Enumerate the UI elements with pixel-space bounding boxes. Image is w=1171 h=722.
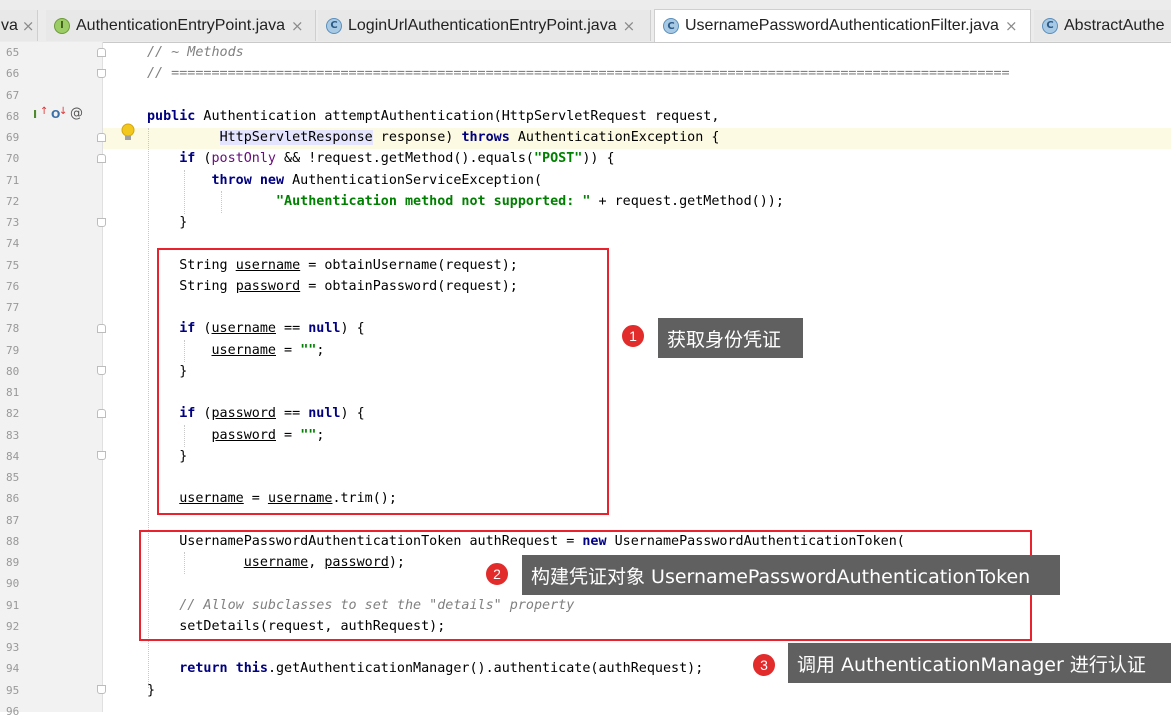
close-icon[interactable]: × <box>22 17 35 35</box>
code-line-73: } <box>179 215 188 230</box>
line-number: 77 <box>6 301 20 314</box>
line-number: 75 <box>6 259 20 272</box>
line-number: 76 <box>6 280 20 293</box>
line-number: 88 <box>6 535 20 548</box>
line-number: 65 <box>6 46 20 59</box>
line-number: 91 <box>6 599 20 612</box>
line-number: 79 <box>6 344 20 357</box>
line-number: 84 <box>6 450 20 463</box>
fold-marker[interactable] <box>97 69 106 78</box>
code-line-71: throw new AuthenticationServiceException… <box>211 173 543 188</box>
line-number: 74 <box>6 237 20 250</box>
line-number: 72 <box>6 195 20 208</box>
code-line-94: return this.getAuthenticationManager().a… <box>179 661 704 676</box>
tab-authentication-entry-point[interactable]: I AuthenticationEntryPoint.java × <box>46 10 316 41</box>
line-number: 83 <box>6 429 20 442</box>
class-icon: C <box>1042 17 1058 34</box>
annotation-callout-3: 调用 AuthenticationManager 进行认证 <box>788 643 1171 683</box>
annotation-box-credentials <box>157 248 609 515</box>
line-number: 95 <box>6 684 20 697</box>
close-icon[interactable]: × <box>291 17 304 35</box>
line-number: 71 <box>6 174 20 187</box>
line-number: 86 <box>6 492 20 505</box>
interface-icon: I <box>54 17 70 34</box>
code-line-66: // =====================================… <box>147 66 1010 81</box>
line-number: 81 <box>6 386 20 399</box>
fold-marker[interactable] <box>97 366 106 375</box>
line-number: 90 <box>6 577 20 590</box>
close-icon[interactable]: × <box>1005 17 1018 35</box>
annotation-badge-1: 1 <box>621 324 645 348</box>
annotation-callout-2: 构建凭证对象 UsernamePasswordAuthenticationTok… <box>522 555 1060 595</box>
line-number: 68 <box>6 110 20 123</box>
line-number: 69 <box>6 131 20 144</box>
code-line-72: "Authentication method not supported: " … <box>276 194 784 209</box>
line-number: 94 <box>6 662 20 675</box>
line-number: 92 <box>6 620 20 633</box>
tab-label: AbstractAuthe <box>1064 16 1165 34</box>
line-number: 73 <box>6 216 20 229</box>
annotation-callout-1: 获取身份凭证 <box>658 318 803 358</box>
class-icon: C <box>663 18 679 34</box>
class-icon: C <box>326 17 342 34</box>
fold-marker[interactable] <box>97 154 106 163</box>
line-number: 85 <box>6 471 20 484</box>
tab-label: va <box>1 16 18 34</box>
editor-tab-bar: va × I AuthenticationEntryPoint.java × C… <box>0 0 1171 43</box>
fold-marker[interactable] <box>97 133 106 142</box>
line-number: 89 <box>6 556 20 569</box>
fold-marker[interactable] <box>97 324 106 333</box>
line-number: 66 <box>6 67 20 80</box>
tab-label: AuthenticationEntryPoint.java <box>76 16 286 34</box>
fold-marker[interactable] <box>97 685 106 694</box>
line-number: 80 <box>6 365 20 378</box>
code-line-70: if (postOnly && !request.getMethod().equ… <box>179 151 615 166</box>
code-line-69: HttpServletResponse response) throws Aut… <box>219 130 720 145</box>
line-number: 93 <box>6 641 20 654</box>
line-number: 70 <box>6 152 20 165</box>
annotation-badge-3: 3 <box>752 653 776 677</box>
line-number: 67 <box>6 89 20 102</box>
lightbulb-icon[interactable] <box>121 123 135 143</box>
fold-marker[interactable] <box>97 218 106 227</box>
line-number: 87 <box>6 514 20 527</box>
fold-marker[interactable] <box>97 409 106 418</box>
tab-abstract-authentication[interactable]: C AbstractAuthe <box>1034 10 1171 41</box>
tab-label: LoginUrlAuthenticationEntryPoint.java <box>348 16 617 34</box>
arrow-down-icon: ↓ <box>59 106 68 117</box>
tab-label: UsernamePasswordAuthenticationFilter.jav… <box>685 17 999 34</box>
line-number: 82 <box>6 407 20 420</box>
tab-login-url-authentication-entry-point[interactable]: C LoginUrlAuthenticationEntryPoint.java … <box>318 10 651 41</box>
implements-icon[interactable]: I <box>33 108 37 121</box>
fold-marker[interactable] <box>97 48 106 57</box>
fold-marker[interactable] <box>97 451 106 460</box>
close-icon[interactable]: × <box>623 17 636 35</box>
tab-partial-left[interactable]: va × <box>0 10 38 41</box>
code-line-68: public Authentication attemptAuthenticat… <box>147 109 720 124</box>
annotation-icon[interactable]: @ <box>70 106 83 121</box>
annotation-badge-2: 2 <box>485 562 509 586</box>
line-number: 78 <box>6 322 20 335</box>
code-line-65: // ~ Methods <box>147 45 244 60</box>
code-line-95: } <box>147 683 156 698</box>
arrow-up-icon: ↑ <box>40 106 49 117</box>
tab-username-password-authentication-filter[interactable]: C UsernamePasswordAuthenticationFilter.j… <box>654 9 1031 42</box>
